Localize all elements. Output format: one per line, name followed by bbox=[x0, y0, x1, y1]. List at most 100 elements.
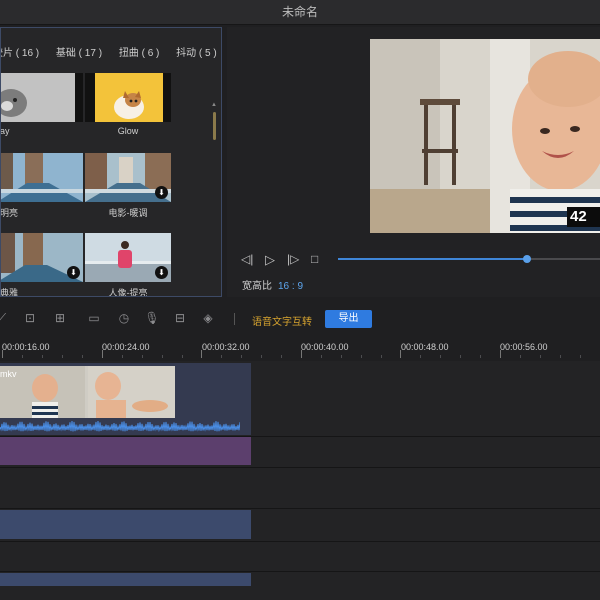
aspect-ratio-label: 宽高比 bbox=[242, 281, 272, 292]
speech-to-text-button[interactable]: 语音文字互转 bbox=[252, 313, 312, 328]
ruler-major-tick bbox=[2, 350, 3, 358]
ruler-minor-tick bbox=[221, 355, 223, 358]
filter-thumb-warm[interactable]: ⬇ bbox=[85, 153, 171, 202]
tab-basic[interactable]: 基础 ( 17 ) bbox=[56, 48, 102, 59]
seek-bar[interactable] bbox=[338, 255, 600, 263]
stop-icon[interactable]: □ bbox=[311, 252, 318, 266]
ruler-tick-label: 00:00:16.00 bbox=[2, 342, 50, 352]
frame-icon[interactable]: ▭ bbox=[86, 310, 102, 326]
scroll-up-arrow-icon[interactable]: ▲ bbox=[211, 102, 217, 108]
ruler-minor-tick bbox=[281, 355, 283, 358]
timeline-ruler[interactable]: 00:00:16.00 00:00:24.00 00:00:32.00 00:0… bbox=[0, 336, 600, 360]
ruler-minor-tick bbox=[141, 355, 143, 358]
screen-record-icon[interactable]: ⊟ bbox=[172, 310, 188, 326]
ruler-tick-label: 00:00:48.00 bbox=[401, 342, 449, 352]
text-clip[interactable] bbox=[0, 510, 251, 539]
filter-thumb-glow[interactable] bbox=[85, 73, 171, 122]
filter-thumb-elegant[interactable]: ⬇ bbox=[1, 233, 83, 282]
ruler-minor-tick bbox=[580, 355, 581, 358]
kitten-photo-icon bbox=[85, 73, 171, 122]
kitten-photo-icon bbox=[1, 73, 83, 122]
music-clip[interactable] bbox=[0, 573, 251, 586]
ruler-major-tick bbox=[400, 350, 402, 358]
ruler-minor-tick bbox=[460, 355, 462, 358]
timeline-tracks: mkv bbox=[0, 361, 600, 600]
filter-category-tabs: 胶片 ( 16 ) 基础 ( 17 ) 扭曲 ( 6 ) 抖动 ( 5 ) bbox=[1, 44, 221, 59]
tab-distort[interactable]: 扭曲 ( 6 ) bbox=[119, 48, 160, 59]
ruler-minor-tick bbox=[121, 355, 123, 358]
seek-bar-handle[interactable] bbox=[522, 255, 531, 263]
baby-video-frame bbox=[370, 39, 600, 233]
ruler-minor-tick bbox=[320, 355, 322, 358]
filter-thumb-portrait[interactable]: ⬇ bbox=[85, 233, 171, 282]
ruler-major-tick bbox=[201, 350, 203, 358]
aspect-ratio: 宽高比 16 : 9 bbox=[242, 277, 303, 292]
ruler-minor-tick bbox=[181, 355, 183, 358]
filter-thumb-bright[interactable] bbox=[1, 153, 83, 202]
window-title: 未命名 bbox=[0, 0, 600, 25]
ruler-tick-label: 00:00:56.00 bbox=[500, 342, 548, 352]
microphone-icon[interactable]: 🎙 bbox=[144, 310, 160, 326]
export-button[interactable]: 导出 bbox=[325, 310, 372, 328]
seek-bar-progress bbox=[338, 258, 527, 260]
filter-scrollbar[interactable] bbox=[213, 112, 216, 140]
download-icon[interactable]: ⬇ bbox=[155, 186, 168, 199]
track-divider bbox=[0, 508, 600, 509]
ruler-minor-tick bbox=[420, 355, 422, 358]
crop-icon[interactable]: ⊡ bbox=[22, 310, 38, 326]
filter-label: Glow bbox=[117, 126, 139, 136]
ruler-minor-tick bbox=[360, 355, 362, 358]
next-frame-icon[interactable]: |▷ bbox=[287, 252, 299, 266]
preview-panel: 42 ◁| ▷ |▷ □ 宽高比 16 : 9 bbox=[227, 27, 600, 297]
mosaic-icon[interactable]: ⊞ bbox=[52, 310, 68, 326]
filter-label: 电影-暖调 bbox=[108, 208, 148, 218]
ruler-minor-tick bbox=[560, 355, 561, 358]
track-divider bbox=[0, 467, 600, 468]
ruler-minor-tick bbox=[261, 355, 263, 358]
track-divider bbox=[0, 571, 600, 572]
play-icon[interactable]: ▷ bbox=[265, 252, 275, 268]
ruler-minor-tick bbox=[82, 355, 83, 358]
baby-thumbnail-icon bbox=[0, 366, 175, 418]
tab-film[interactable]: 胶片 ( 16 ) bbox=[1, 48, 39, 59]
ruler-minor-tick bbox=[520, 355, 521, 358]
ruler-minor-tick bbox=[62, 355, 63, 358]
ruler-tick-label: 00:00:40.00 bbox=[301, 342, 349, 352]
ruler-minor-tick bbox=[540, 355, 541, 358]
split-icon[interactable]: ⟋ bbox=[0, 310, 10, 326]
ruler-tick-label: 00:00:32.00 bbox=[202, 342, 250, 352]
ruler-major-tick bbox=[101, 350, 103, 358]
ruler-minor-tick bbox=[340, 355, 342, 358]
download-icon[interactable]: ⬇ bbox=[155, 266, 168, 279]
ruler-minor-tick bbox=[480, 355, 482, 358]
video-clip-thumbnails bbox=[0, 366, 175, 418]
ruler-minor-tick bbox=[42, 355, 43, 358]
audio-waveform bbox=[0, 420, 240, 433]
ruler-minor-tick bbox=[241, 355, 243, 358]
download-icon[interactable]: ⬇ bbox=[67, 266, 80, 279]
timecode-overlay: 42 bbox=[567, 207, 600, 227]
clip-name: mkv bbox=[0, 369, 17, 379]
video-preview[interactable]: 42 bbox=[370, 39, 600, 233]
ruler-minor-tick bbox=[161, 355, 163, 358]
aspect-ratio-value[interactable]: 16 : 9 bbox=[278, 281, 303, 292]
toolbar-separator bbox=[234, 313, 235, 325]
tab-shake[interactable]: 抖动 ( 5 ) bbox=[176, 48, 217, 59]
ruler-major-tick bbox=[500, 350, 501, 358]
city-street-photo-icon bbox=[1, 153, 83, 202]
ruler-tick-label: 00:00:24.00 bbox=[102, 342, 150, 352]
video-clip[interactable]: mkv bbox=[0, 363, 251, 435]
track-divider bbox=[0, 541, 600, 542]
paint-bucket-icon[interactable]: ◈ bbox=[200, 310, 216, 326]
duration-icon[interactable]: ◷ bbox=[116, 310, 132, 326]
filter-label: 人像-提亮 bbox=[108, 288, 148, 297]
ruler-major-tick bbox=[300, 350, 302, 358]
filter-thumb-gray[interactable] bbox=[1, 73, 83, 122]
effect-clip[interactable] bbox=[0, 437, 251, 465]
filter-library-panel: 胶片 ( 16 ) 基础 ( 17 ) 扭曲 ( 6 ) 抖动 ( 5 ) ra… bbox=[0, 27, 222, 297]
ruler-minor-tick bbox=[440, 355, 442, 358]
prev-frame-icon[interactable]: ◁| bbox=[241, 252, 253, 266]
ruler-minor-tick bbox=[380, 355, 382, 358]
ruler-minor-tick bbox=[22, 355, 23, 358]
edit-toolbar: ⟋ ⊡ ⊞ ▭ ◷ 🎙 ⊟ ◈ 语音文字互转 导出 bbox=[0, 305, 600, 333]
